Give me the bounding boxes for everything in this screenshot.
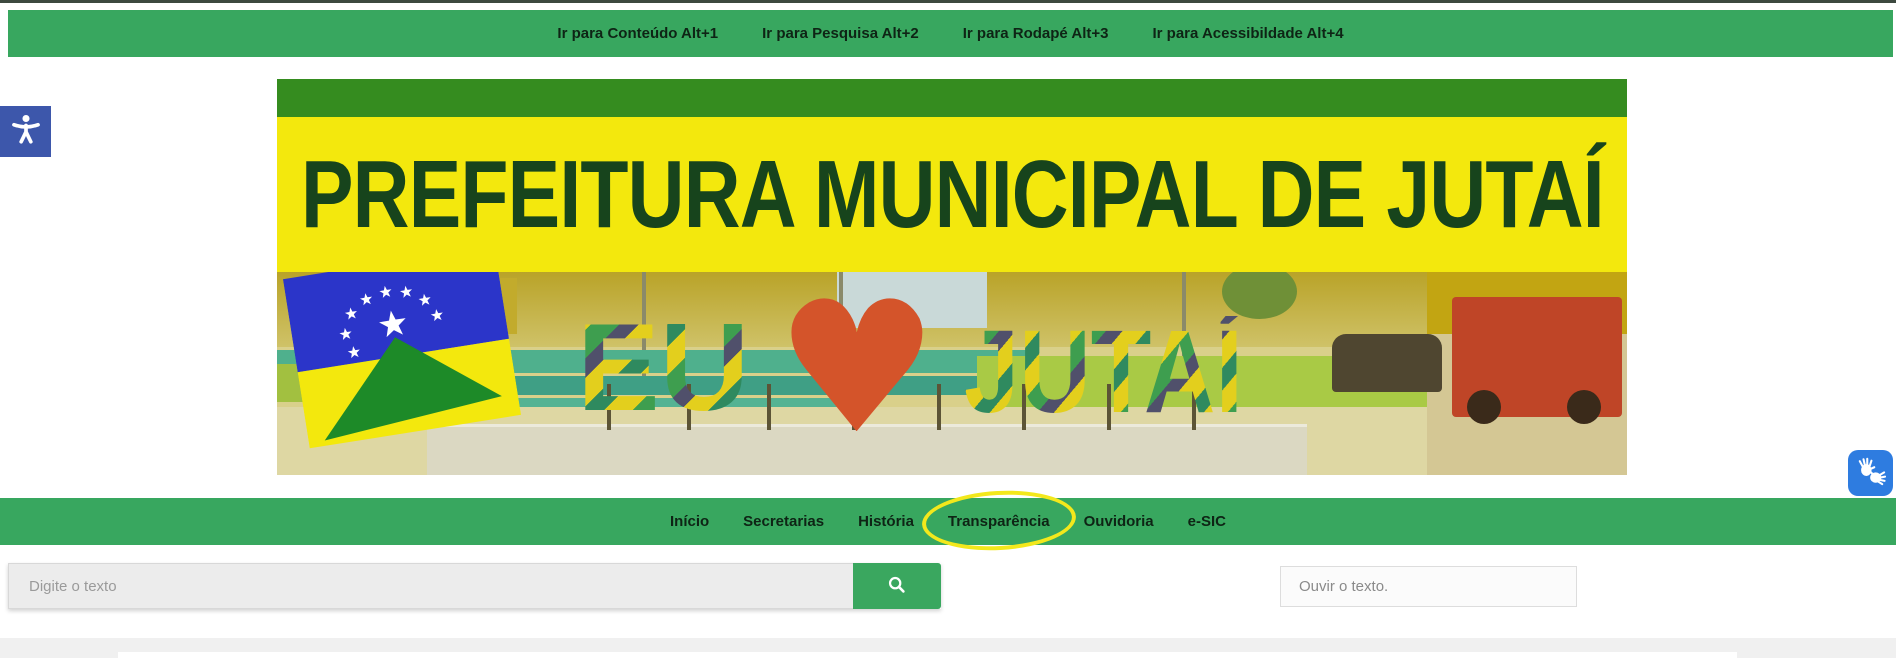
nav-item-secretarias[interactable]: Secretarias: [741, 509, 826, 534]
accessibility-person-icon: [9, 112, 43, 151]
skip-link-footer[interactable]: Ir para Rodapé Alt+3: [963, 25, 1109, 42]
sculpture-text-eu: EU: [577, 310, 749, 428]
listen-text-button[interactable]: Ouvir o texto.: [1280, 566, 1577, 607]
vlibras-widget-button[interactable]: [1848, 450, 1893, 496]
search-magnifier-icon: [886, 574, 908, 599]
skip-link-accessibility[interactable]: Ir para Acessibildade Alt+4: [1153, 25, 1344, 42]
photo-wheel: [1467, 390, 1501, 424]
nav-item-esic[interactable]: e-SIC: [1186, 509, 1228, 534]
main-nav: Início Secretarias História Transparênci…: [0, 498, 1896, 545]
header-banner: PREFEITURA MUNICIPAL DE JUTAÍ: [277, 79, 1627, 475]
banner-photo: EU ♥ JUTAÍ: [277, 272, 1627, 475]
accessibility-widget-button[interactable]: [0, 106, 51, 157]
skip-link-search[interactable]: Ir para Pesquisa Alt+2: [762, 25, 919, 42]
top-hairline: [0, 0, 1896, 3]
sculpture-text-jutai: JUTAÍ: [964, 316, 1243, 428]
search-input[interactable]: [8, 563, 853, 609]
banner-title: PREFEITURA MUNICIPAL DE JUTAÍ: [301, 147, 1604, 243]
nav-item-historia[interactable]: História: [856, 509, 916, 534]
banner-yellow-band: PREFEITURA MUNICIPAL DE JUTAÍ: [277, 117, 1627, 272]
photo-motorcycle: [1332, 334, 1442, 392]
search-bar: [8, 563, 941, 609]
nav-item-inicio[interactable]: Início: [668, 509, 711, 534]
nav-item-ouvidoria[interactable]: Ouvidoria: [1082, 509, 1156, 534]
page: Ir para Conteúdo Alt+1 Ir para Pesquisa …: [0, 0, 1896, 658]
eu-amo-jutai-sculpture: EU ♥ JUTAÍ: [577, 286, 1297, 428]
banner-green-strip: [277, 79, 1627, 117]
skip-links-bar: Ir para Conteúdo Alt+1 Ir para Pesquisa …: [8, 10, 1893, 57]
sign-language-hands-icon: [1856, 456, 1886, 491]
content-card: [118, 652, 1737, 658]
search-button[interactable]: [853, 563, 941, 609]
photo-wheel: [1567, 390, 1601, 424]
skip-link-content[interactable]: Ir para Conteúdo Alt+1: [557, 25, 718, 42]
heart-icon: ♥: [775, 298, 938, 440]
nav-item-transparencia[interactable]: Transparência: [946, 509, 1052, 534]
nav-item-transparencia-label: Transparência: [948, 513, 1050, 530]
